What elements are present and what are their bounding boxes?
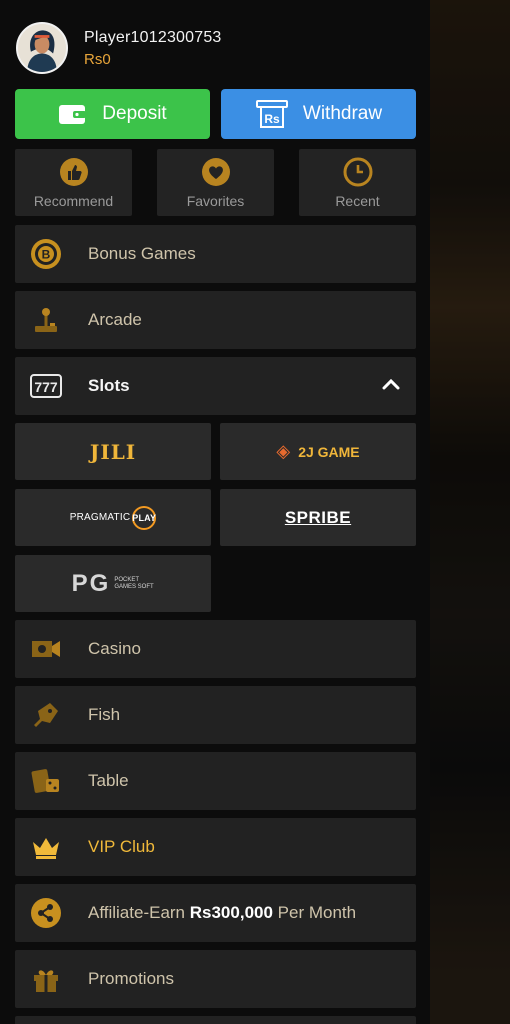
quick-label: Favorites [186,192,245,209]
quick-label: Recommend [33,192,114,209]
menu-label: Slots [88,376,130,395]
side-drawer: Player1012300753 Rs0 Deposit Rs Withdraw… [0,0,430,1024]
menu-next-item[interactable] [15,1016,416,1024]
menu-affiliate[interactable]: Affiliate-Earn Rs300,000 Per Month [15,884,416,942]
gift-icon [30,963,62,995]
menu-label: VIP Club [88,837,155,856]
quick-recent[interactable]: Recent [299,149,416,216]
joystick-icon [30,304,62,336]
menu-label: Bonus Games [88,244,196,263]
clock-icon [343,157,373,187]
quick-recommend[interactable]: Recommend [15,149,132,216]
provider-pragmatic-play[interactable]: PRAGMATIC PLAY [15,489,211,546]
balance: Rs0 [84,50,111,68]
fish-icon [30,699,62,731]
provider-pg-soft[interactable]: PG POCKET GAMES SOFT [15,555,211,612]
bonus-coin-icon: B [30,238,62,270]
provider-spribe[interactable]: SPRIBE [220,489,416,546]
menu-bonus-games[interactable]: B Bonus Games [15,225,416,283]
username: Player1012300753 [84,28,222,46]
twoj-mark-icon: ◈ [276,441,291,461]
provider-2j-game[interactable]: ◈ 2J GAME [220,423,416,480]
background-game-blur[interactable] [430,0,510,1024]
avatar[interactable] [16,22,68,74]
share-icon [30,897,62,929]
pg-logo: PG POCKET GAMES SOFT [71,569,154,597]
menu-arcade[interactable]: Arcade [15,291,416,349]
deposit-button[interactable]: Deposit [15,89,210,139]
heart-icon [201,157,231,187]
withdraw-label: Withdraw [302,103,383,124]
quick-label: Recent [335,192,380,209]
svg-text:777: 777 [34,379,58,395]
svg-text:B: B [42,248,51,262]
menu-label: Arcade [88,310,142,329]
provider-jili[interactable]: JILI [15,423,211,480]
affiliate-label: Affiliate-Earn Rs300,000 Per Month [88,903,357,922]
jili-logo: JILI [89,439,137,464]
menu-vip-club[interactable]: VIP Club [15,818,416,876]
thumbs-up-icon [59,157,89,187]
crown-icon [30,831,62,863]
menu-label: Promotions [88,969,174,988]
slots-777-icon: 777 [30,370,62,402]
menu-promotions[interactable]: Promotions [15,950,416,1008]
menu-label: Table [88,771,129,790]
twoj-logo: ◈ 2J GAME [276,441,360,461]
deposit-label: Deposit [102,103,167,124]
pragmatic-logo: PRAGMATIC PLAY [70,505,157,530]
spribe-logo: SPRIBE [284,507,352,527]
withdraw-button[interactable]: Rs Withdraw [221,89,416,139]
menu-fish[interactable]: Fish [15,686,416,744]
menu-casino[interactable]: Casino [15,620,416,678]
profile-header[interactable]: Player1012300753 Rs0 [16,20,222,76]
chevron-up-icon[interactable] [382,377,400,396]
casino-camera-icon [30,633,62,665]
quick-favorites[interactable]: Favorites [157,149,274,216]
wallet-icon [58,102,88,126]
cards-dice-icon [30,765,62,797]
menu-slots[interactable]: 777 Slots [15,357,416,415]
svg-text:Rs: Rs [264,112,280,126]
menu-label: Casino [88,639,141,658]
menu-table[interactable]: Table [15,752,416,810]
rupee-withdraw-icon: Rs [255,99,289,129]
menu-label: Fish [88,705,121,724]
